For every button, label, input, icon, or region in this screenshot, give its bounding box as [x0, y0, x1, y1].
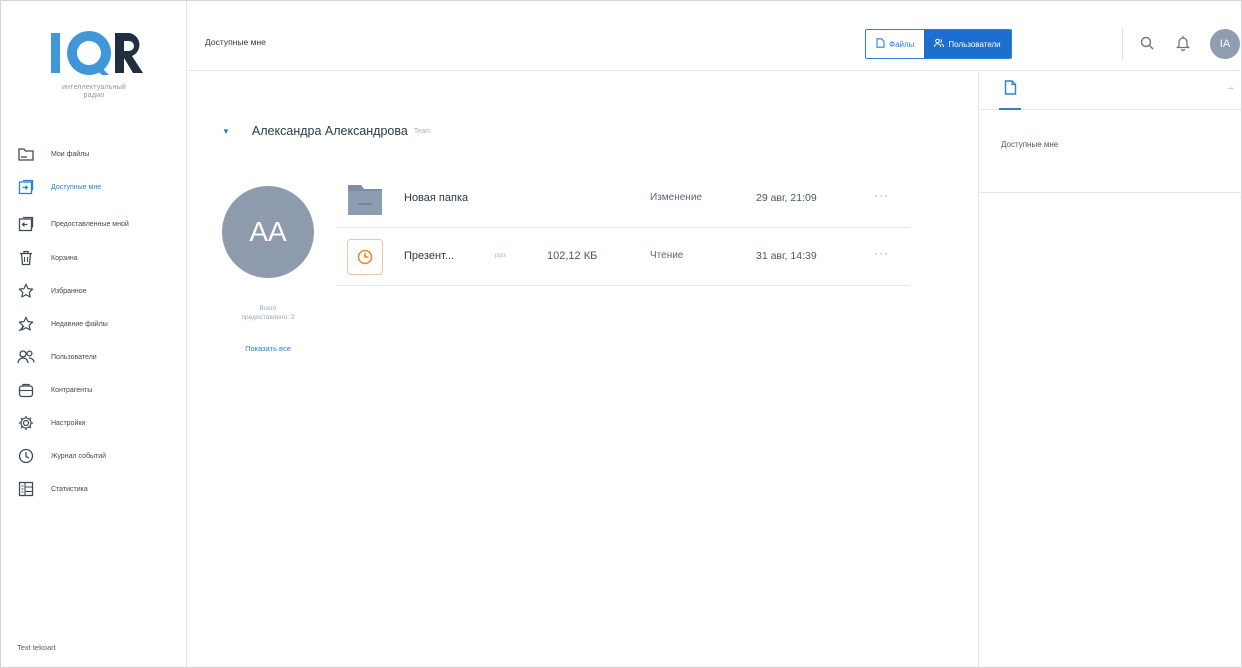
- panel-divider: [979, 192, 1242, 193]
- user-avatar[interactable]: IA: [1210, 29, 1240, 59]
- sidebar-item-shared-to-me[interactable]: Доступные мне: [15, 176, 183, 198]
- sidebar-item-label: Журнал событий: [51, 452, 107, 460]
- view-toggle: Файлы Пользователи: [865, 29, 1012, 59]
- sidebar-item-shared-by-me[interactable]: Предоставленные мной: [15, 209, 183, 239]
- panel-tabs: →: [979, 72, 1242, 110]
- files-view-button[interactable]: Файлы: [866, 30, 925, 58]
- sidebar-item-settings[interactable]: Настройки: [15, 412, 183, 434]
- modified-date: 29 авг, 21:09: [756, 192, 817, 204]
- sidebar-item-recent[interactable]: Недавние файлы: [15, 313, 183, 335]
- show-all-link[interactable]: Показать все: [210, 344, 326, 353]
- sidebar-item-my-files[interactable]: Мои файлы: [15, 143, 183, 165]
- sidebar-item-label: Пользователи: [51, 353, 97, 361]
- file-name: Новая папка: [404, 192, 469, 204]
- shared-files-list: Новая папка Изменение 29 авг, 21:09 ··· …: [336, 170, 910, 286]
- sidebar-item-label: Настройки: [51, 419, 86, 427]
- collapse-caret-icon[interactable]: ▼: [222, 127, 230, 136]
- files-view-label: Файлы: [889, 39, 915, 49]
- gear-icon: [15, 413, 37, 433]
- search-icon[interactable]: [1138, 34, 1156, 52]
- contractors-icon: [15, 380, 37, 400]
- sidebar-item-label: Доступные мне: [51, 183, 102, 191]
- sidebar-item-label: Избранное: [51, 287, 87, 295]
- users-view-label: Пользователи: [948, 39, 1001, 49]
- folder-icon: [15, 144, 37, 164]
- collapse-panel-arrow-icon[interactable]: →: [1225, 82, 1235, 93]
- stats-icon: [15, 479, 37, 499]
- sidebar-item-label: Недавние файлы: [51, 320, 108, 328]
- users-view-button[interactable]: Пользователи: [924, 30, 1011, 58]
- access-level: Чтение: [650, 250, 684, 261]
- sidebar-item-label: Статистика: [51, 485, 88, 493]
- owner-avatar: AA: [222, 186, 314, 278]
- details-panel: → Доступные мне: [978, 72, 1242, 667]
- top-header: Доступные мне Файлы Пользователи IA: [188, 1, 1240, 71]
- page-title: Доступные мне: [205, 37, 266, 47]
- app-logo[interactable]: [49, 27, 149, 79]
- users-icon: [15, 347, 37, 367]
- clock-icon: [15, 446, 37, 466]
- file-name: Презент...: [404, 250, 454, 262]
- main-content: ▼ Александра Александрова Team AA Всего …: [188, 72, 978, 667]
- document-icon: [1004, 80, 1017, 108]
- header-divider: [1122, 27, 1123, 61]
- more-actions-button[interactable]: ···: [874, 188, 889, 202]
- sidebar-item-stats[interactable]: Статистика: [15, 478, 183, 500]
- sidebar-item-contractors[interactable]: Контрагенты: [15, 379, 183, 401]
- sidebar-item-label: Предоставленные мной: [51, 220, 129, 228]
- sidebar-item-trash[interactable]: Корзина: [15, 247, 183, 269]
- sidebar-item-label: Мои файлы: [51, 150, 90, 158]
- panel-title: Доступные мне: [1001, 140, 1059, 149]
- sidebar-item-label: Контрагенты: [51, 386, 93, 394]
- owner-group-header: ▼ Александра Александрова Team: [222, 124, 431, 138]
- users-icon: [934, 38, 945, 50]
- file-size: 102,12 КБ: [547, 250, 598, 262]
- shared-to-me-icon: [15, 177, 37, 197]
- sidebar-item-event-log[interactable]: Журнал событий: [15, 445, 183, 467]
- access-level: Изменение: [650, 192, 702, 203]
- trash-icon: [15, 248, 37, 268]
- shared-total: Всего предоставлено: 2: [241, 305, 295, 321]
- sidebar-footer-text: Text tekoart: [17, 643, 56, 652]
- more-actions-button[interactable]: ···: [874, 246, 889, 260]
- recent-files-icon: [15, 314, 37, 334]
- star-icon: [15, 281, 37, 301]
- owner-name: Александра Александрова: [251, 124, 408, 138]
- folder-thumbnail-icon: [348, 185, 382, 215]
- logo-subtitle: интеллектуальный радио: [61, 84, 127, 99]
- sidebar-item-label: Корзина: [51, 254, 78, 262]
- bell-icon[interactable]: [1174, 34, 1192, 52]
- file-row-presentation[interactable]: Презент... pptx 102,12 КБ Чтение 31 авг,…: [336, 228, 910, 286]
- file-row-folder[interactable]: Новая папка Изменение 29 авг, 21:09 ···: [336, 170, 910, 228]
- sidebar-nav: Мои файлы Доступные мне Предоставленные …: [15, 143, 183, 511]
- shared-by-me-icon: [15, 214, 37, 234]
- document-icon: [876, 38, 885, 50]
- presentation-file-icon: [347, 239, 383, 275]
- modified-date: 31 авг, 14:39: [756, 250, 817, 262]
- sidebar-item-users[interactable]: Пользователи: [15, 346, 183, 368]
- tab-details[interactable]: [999, 80, 1021, 110]
- owner-role: Team: [413, 127, 431, 135]
- sidebar: интеллектуальный радио Мои файлы Доступн…: [1, 1, 187, 667]
- sidebar-item-favorites[interactable]: Избранное: [15, 280, 183, 302]
- file-extension: pptx: [495, 253, 507, 259]
